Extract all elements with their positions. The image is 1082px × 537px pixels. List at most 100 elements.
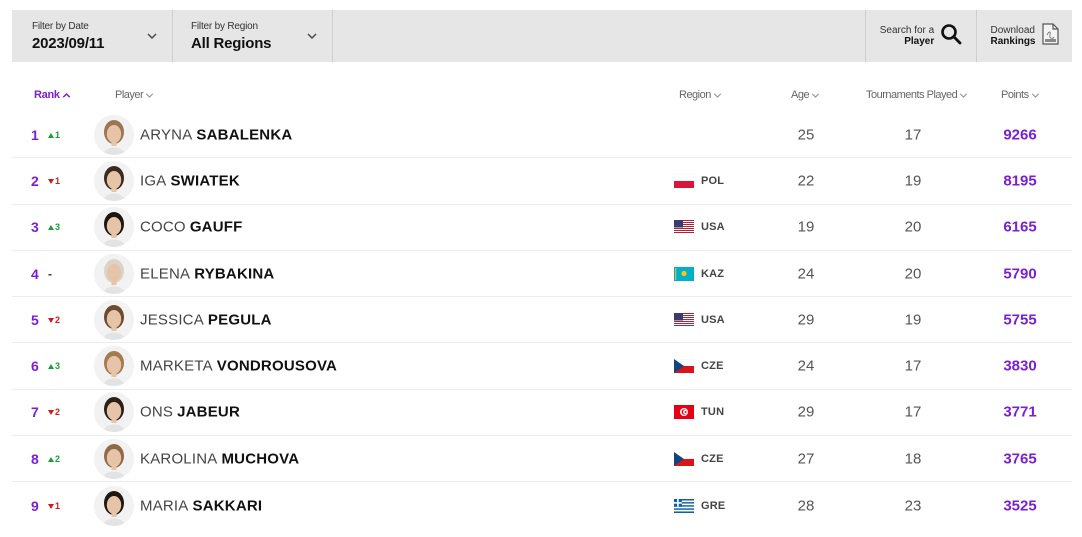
region-code: POL bbox=[701, 174, 725, 187]
player-avatar[interactable] bbox=[94, 299, 134, 340]
rank-number: 8 bbox=[31, 450, 39, 467]
player-first-name: ELENA bbox=[140, 265, 191, 283]
country-flag bbox=[674, 312, 694, 327]
region-code: CZE bbox=[701, 360, 724, 373]
player-name[interactable]: MARIA SAKKARI bbox=[140, 497, 262, 514]
player-avatar[interactable] bbox=[94, 207, 134, 248]
points-header-label: Points bbox=[1001, 89, 1029, 101]
search-player-label: Search for a Player bbox=[880, 25, 934, 47]
player-avatar[interactable] bbox=[94, 253, 134, 294]
player-first-name: COCO bbox=[140, 218, 186, 236]
triangle-down-icon bbox=[48, 407, 54, 417]
player-name[interactable]: JESSICA PEGULA bbox=[140, 311, 272, 328]
tournaments-played: 17 bbox=[904, 126, 922, 144]
table-row[interactable]: 5 2 JESSICA PEGULA USA 29 19 5755 bbox=[12, 297, 1072, 344]
player-age: 25 bbox=[797, 126, 815, 144]
table-row[interactable]: 9 1 MARIA SAKKARI GRE 28 23 3525 bbox=[12, 482, 1072, 528]
region-column-header[interactable]: Region bbox=[679, 89, 722, 101]
player-header-label: Player bbox=[115, 89, 144, 101]
player-last-name: JABEUR bbox=[177, 403, 240, 421]
player-name[interactable]: KAROLINA MUCHOVA bbox=[140, 450, 299, 467]
ranking-points: 3525 bbox=[1003, 497, 1037, 515]
movement-value: 1 bbox=[55, 500, 61, 511]
player-name[interactable]: MARKETA VONDROUSOVA bbox=[140, 358, 337, 375]
triangle-up-icon bbox=[48, 361, 54, 371]
table-row[interactable]: 4 - ELENA RYBAKINA KAZ 24 20 5790 bbox=[12, 251, 1072, 298]
table-row[interactable]: 2 1 IGA SWIATEK POL 22 19 8195 bbox=[12, 158, 1072, 205]
ranking-points: 3830 bbox=[1003, 357, 1037, 375]
player-name[interactable]: ARYNA SABALENKA bbox=[140, 126, 292, 143]
player-avatar[interactable] bbox=[94, 392, 134, 433]
player-name[interactable]: IGA SWIATEK bbox=[140, 172, 240, 189]
rank-column-header[interactable]: Rank bbox=[34, 89, 71, 101]
tournaments-played: 17 bbox=[904, 357, 922, 375]
table-body: 1 1 ARYNA SABALENKA 25 17 9266 2 1 IGA S… bbox=[12, 112, 1072, 529]
rank-number: 1 bbox=[31, 126, 39, 143]
search-player-button[interactable]: Search for a Player bbox=[865, 10, 976, 62]
age-column-header[interactable]: Age bbox=[791, 89, 820, 101]
rank-movement: 2 bbox=[48, 407, 60, 417]
player-column-header[interactable]: Player bbox=[115, 89, 154, 101]
tournaments-played: 20 bbox=[904, 265, 922, 283]
player-first-name: MARIA bbox=[140, 497, 189, 515]
rank-movement: 3 bbox=[48, 361, 60, 371]
country-flag bbox=[674, 359, 694, 374]
player-last-name: RYBAKINA bbox=[194, 265, 275, 283]
player-name[interactable]: ELENA RYBAKINA bbox=[140, 265, 274, 282]
player-name[interactable]: COCO GAUFF bbox=[140, 219, 242, 236]
region-filter-label: Filter by Region bbox=[191, 20, 258, 32]
rank-movement: - bbox=[48, 267, 52, 281]
rank-movement: 1 bbox=[48, 501, 60, 511]
chevron-down-icon bbox=[306, 30, 318, 42]
region-filter[interactable]: Filter by Region All Regions bbox=[173, 10, 333, 62]
filter-bar: Filter by Date 2023/09/11 Filter by Regi… bbox=[12, 10, 1072, 62]
player-first-name: ARYNA bbox=[140, 126, 193, 144]
rank-movement: 1 bbox=[48, 130, 60, 140]
player-name[interactable]: ONS JABEUR bbox=[140, 404, 240, 421]
movement-value: 1 bbox=[55, 175, 61, 186]
triangle-up-icon bbox=[48, 454, 54, 464]
player-avatar[interactable] bbox=[94, 160, 134, 201]
rank-movement: 2 bbox=[48, 315, 60, 325]
chevron-down-icon bbox=[145, 90, 154, 100]
table-row[interactable]: 7 2 ONS JABEUR TUN 29 17 3771 bbox=[12, 390, 1072, 437]
download-rankings-label: Download Rankings bbox=[990, 25, 1035, 47]
played-header-label: Tournaments Played bbox=[866, 89, 958, 101]
download-rankings-button[interactable]: Download Rankings bbox=[976, 10, 1072, 62]
table-row[interactable]: 1 1 ARYNA SABALENKA 25 17 9266 bbox=[12, 112, 1072, 159]
region-code: GRE bbox=[701, 499, 726, 512]
region-filter-value: All Regions bbox=[191, 34, 272, 52]
tournaments-played: 23 bbox=[904, 497, 922, 515]
country-flag bbox=[674, 266, 694, 281]
player-avatar[interactable] bbox=[94, 346, 134, 387]
player-age: 28 bbox=[797, 497, 815, 515]
rank-movement: 1 bbox=[48, 176, 60, 186]
player-first-name: ONS bbox=[140, 403, 174, 421]
triangle-up-icon bbox=[48, 222, 54, 232]
country-flag bbox=[674, 498, 694, 513]
table-row[interactable]: 3 3 COCO GAUFF USA 19 20 6165 bbox=[12, 205, 1072, 251]
player-last-name: MUCHOVA bbox=[221, 450, 300, 468]
chevron-down-icon bbox=[960, 90, 968, 100]
player-avatar[interactable] bbox=[94, 438, 134, 479]
player-age: 24 bbox=[797, 265, 815, 283]
region-header-label: Region bbox=[679, 89, 711, 101]
download-label-line2: Rankings bbox=[990, 36, 1036, 47]
movement-value: 2 bbox=[55, 314, 61, 325]
player-avatar[interactable] bbox=[94, 485, 134, 526]
date-filter[interactable]: Filter by Date 2023/09/11 bbox=[12, 10, 173, 62]
region-code: TUN bbox=[701, 406, 725, 419]
player-avatar[interactable] bbox=[94, 114, 134, 155]
rank-number: 4 bbox=[31, 265, 39, 282]
triangle-down-icon bbox=[48, 176, 54, 186]
rank-movement: 2 bbox=[48, 454, 60, 464]
player-first-name: MARKETA bbox=[140, 357, 213, 375]
table-row[interactable]: 6 3 MARKETA VONDROUSOVA CZE 24 17 3830 bbox=[12, 343, 1072, 390]
country-flag bbox=[674, 405, 694, 420]
points-column-header[interactable]: Points bbox=[1001, 89, 1039, 101]
table-row[interactable]: 8 2 KAROLINA MUCHOVA CZE 27 18 3765 bbox=[12, 436, 1072, 483]
tournaments-played-column-header[interactable]: Tournaments Played bbox=[866, 89, 968, 101]
country-flag bbox=[674, 451, 694, 466]
movement-value: 3 bbox=[55, 222, 61, 233]
rank-header-label: Rank bbox=[34, 89, 60, 101]
